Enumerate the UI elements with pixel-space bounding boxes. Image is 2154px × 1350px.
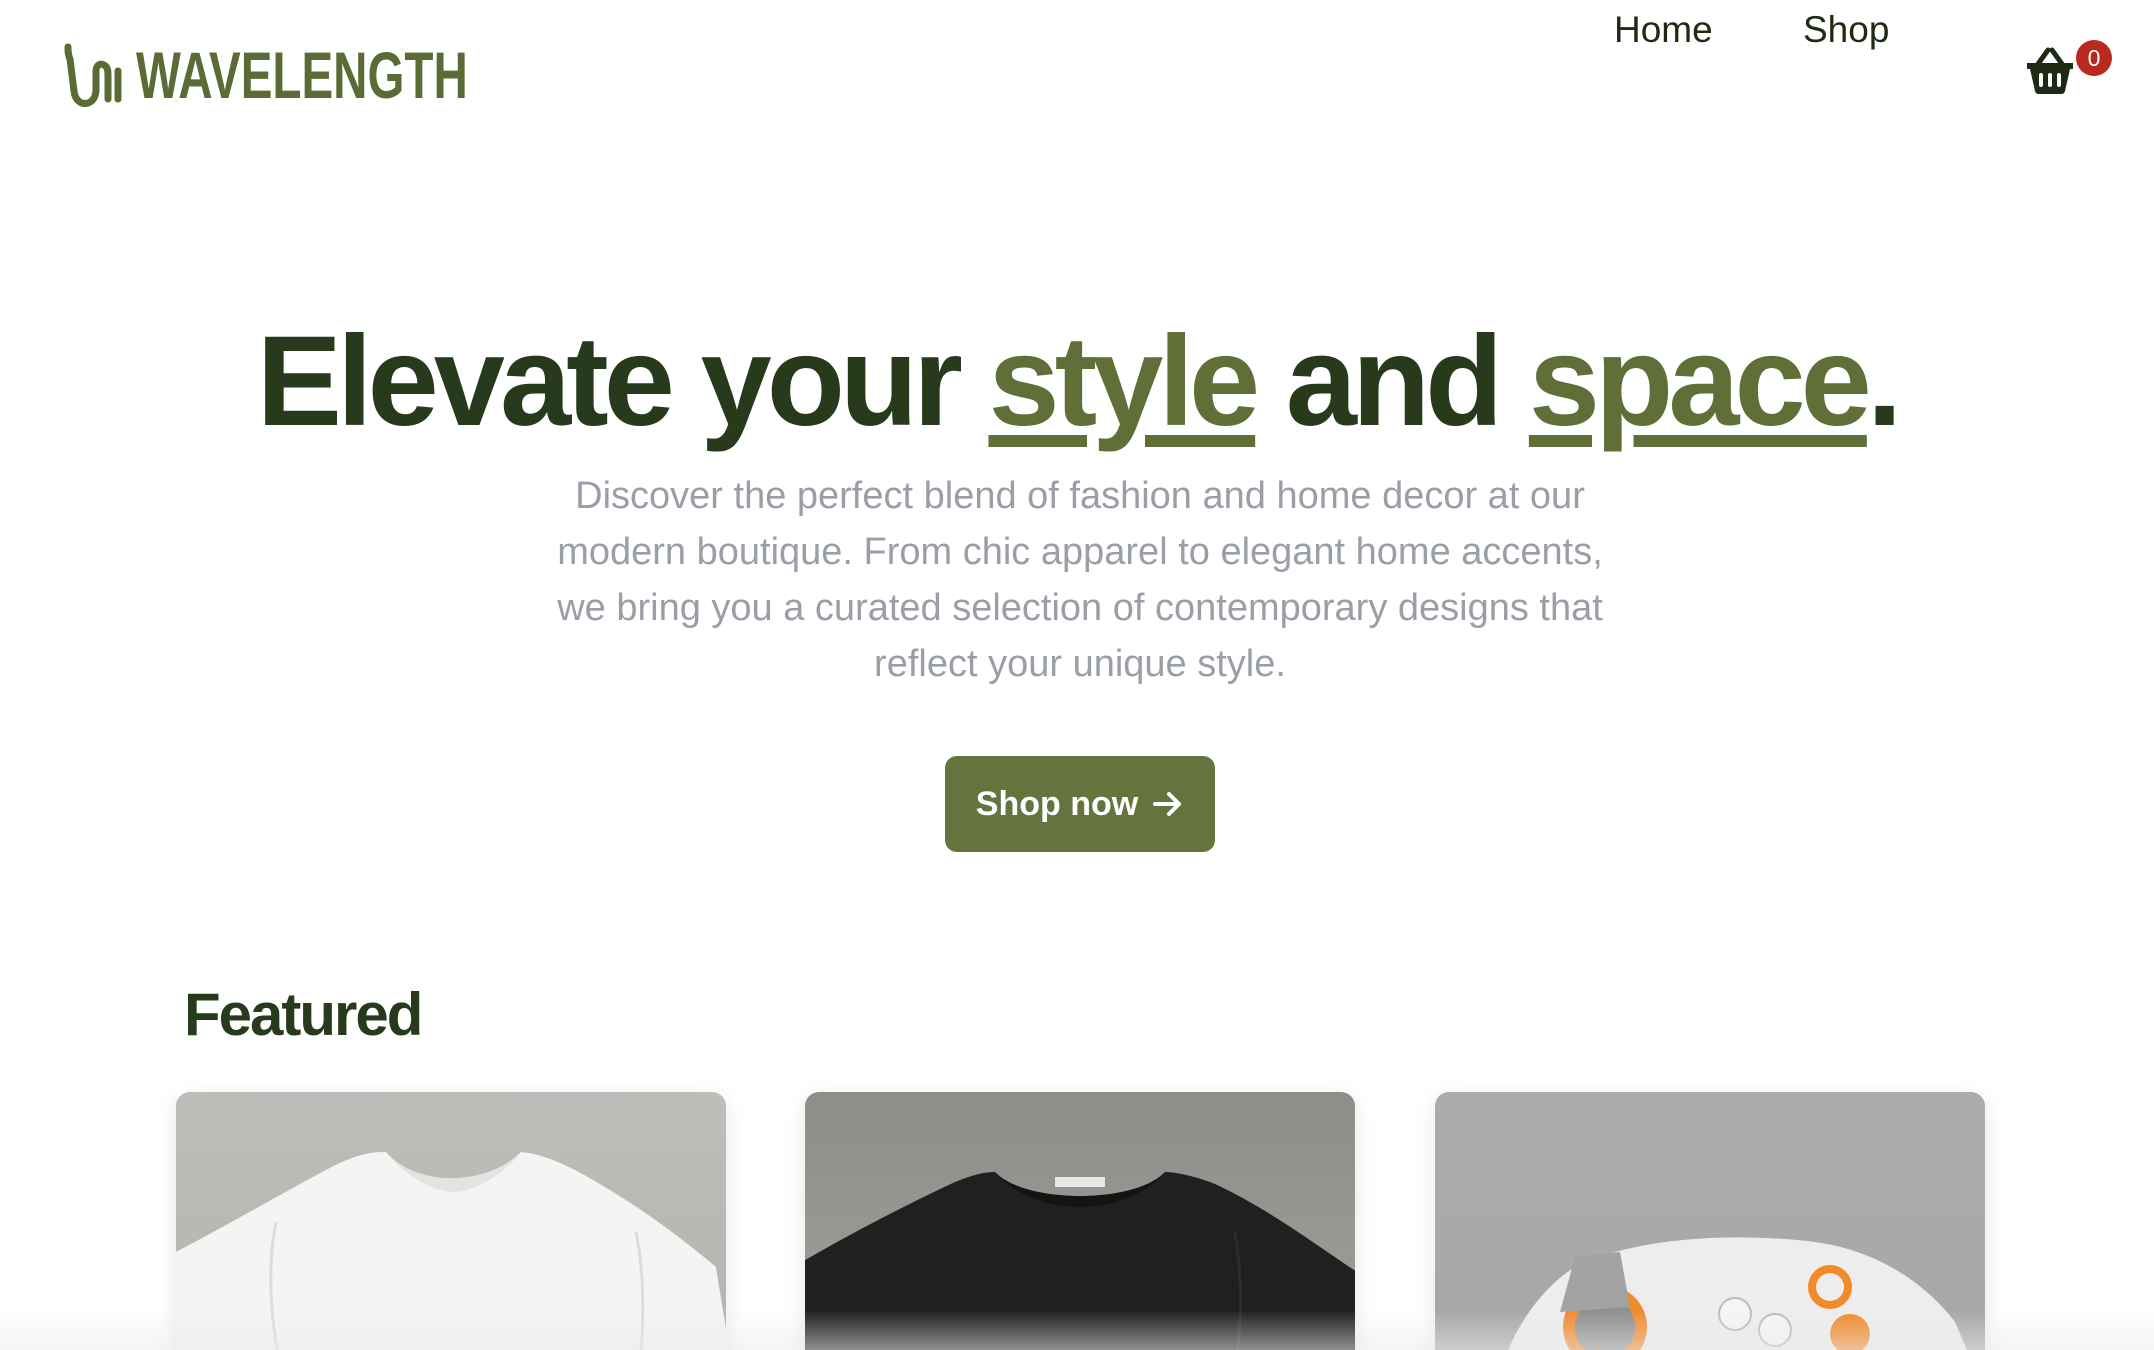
- white-tshirt-image: [176, 1152, 726, 1350]
- page: WAVELENGTH Home Shop 0 Elevate your styl…: [0, 0, 2154, 1350]
- hero-title-part1: Elevate your: [256, 310, 989, 453]
- arrow-right-icon: [1153, 792, 1182, 816]
- hero-title-part3: .: [1866, 310, 1902, 453]
- hero-subtitle: Discover the perfect blend of fashion an…: [557, 475, 1603, 685]
- shop-now-label: Shop now: [975, 784, 1139, 823]
- nav-shop-link[interactable]: Shop: [1803, 0, 1889, 60]
- cart-button[interactable]: [2024, 46, 2080, 98]
- featured-heading: Featured: [184, 981, 423, 1048]
- brand-name: WAVELENGTH: [136, 38, 468, 112]
- wave-logo-icon: [64, 43, 122, 107]
- nav-home-link[interactable]: Home: [1614, 0, 1713, 60]
- basket-icon: [2027, 47, 2073, 94]
- brand-logo[interactable]: WAVELENGTH: [62, 40, 597, 110]
- black-tshirt-image: [805, 1172, 1355, 1350]
- hero-title: Elevate your style and space.: [0, 312, 2154, 452]
- site-header: WAVELENGTH Home Shop 0: [0, 0, 2154, 150]
- game-controller-image: [1508, 1237, 1967, 1350]
- product-card-black-tshirt[interactable]: [805, 1092, 1355, 1350]
- hero-title-accent-space: space: [1528, 310, 1872, 453]
- hero-title-accent-style: style: [988, 310, 1260, 453]
- shop-now-button[interactable]: Shop now: [945, 756, 1215, 852]
- product-card-white-tshirt[interactable]: [176, 1092, 726, 1350]
- product-card-game-controller[interactable]: [1435, 1092, 1985, 1350]
- cart-count-badge: 0: [2076, 40, 2112, 76]
- hero-title-part2: and: [1255, 310, 1529, 453]
